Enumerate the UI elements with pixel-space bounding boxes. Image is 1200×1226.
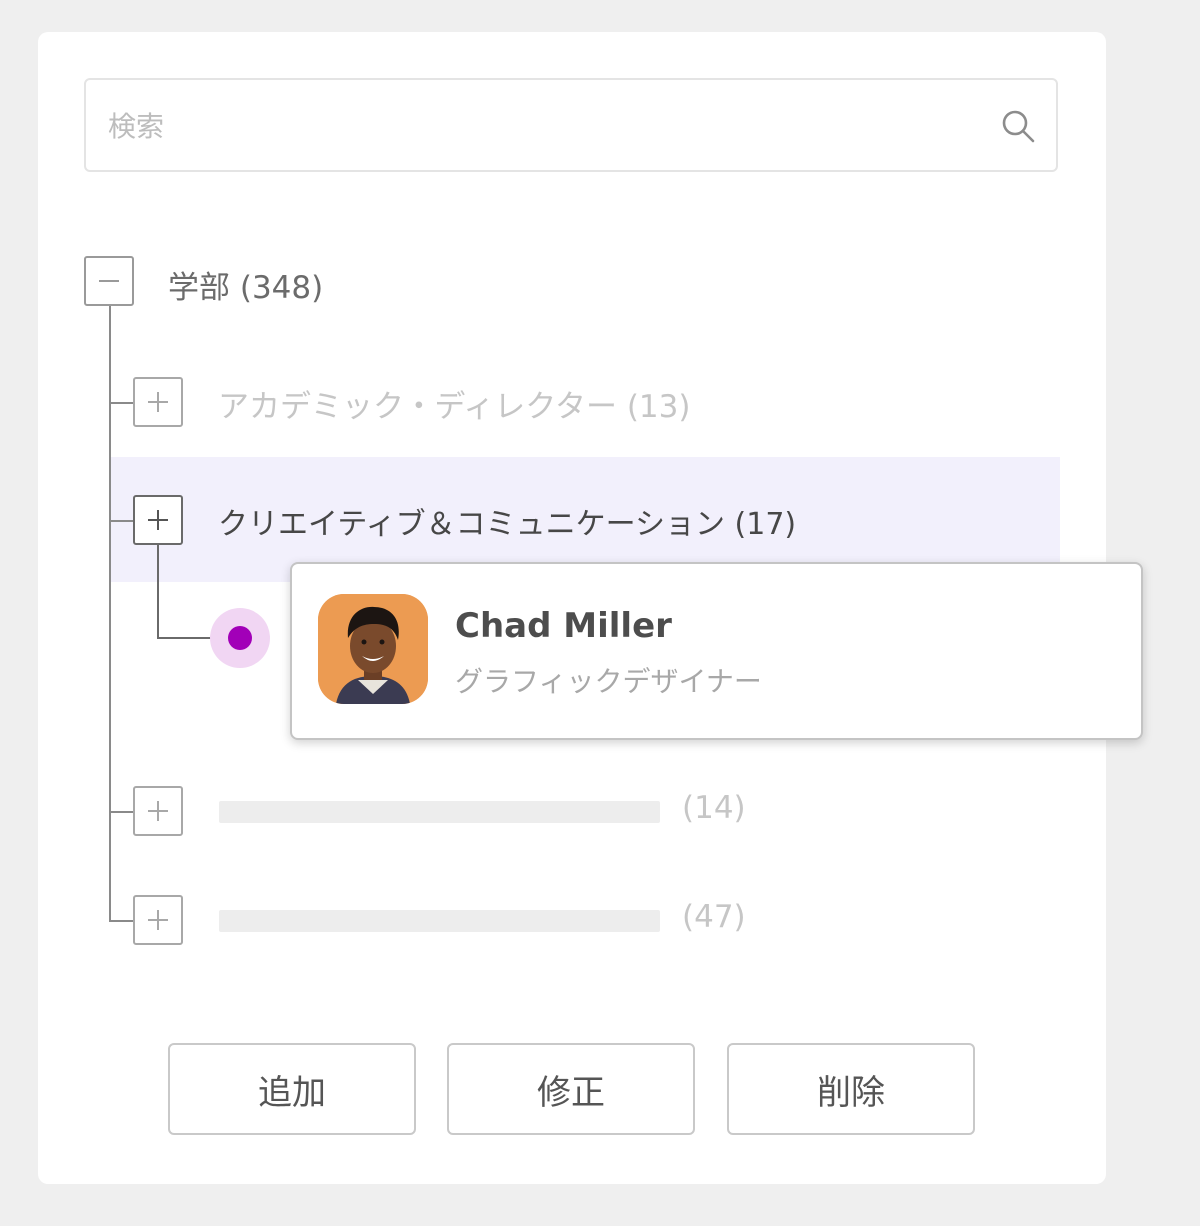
tree-root-label[interactable]: 学部 (348) — [168, 262, 323, 307]
placeholder-label-bar — [219, 801, 660, 823]
tree-item-creative-communications[interactable]: クリエイティブ＆コミュニケーション (17) — [218, 499, 796, 543]
tree-item-count: (14) — [682, 790, 746, 826]
person-avatar-icon — [318, 594, 428, 704]
tree-item-count: (47) — [682, 899, 746, 935]
placeholder-label-bar — [219, 910, 660, 932]
add-button[interactable]: 追加 — [168, 1043, 416, 1135]
node-marker-dot[interactable] — [228, 626, 252, 650]
expand-toggle-placeholder-1[interactable] — [133, 786, 183, 836]
edit-button[interactable]: 修正 — [447, 1043, 695, 1135]
search-icon[interactable] — [1000, 108, 1036, 144]
profile-card[interactable]: Chad Miller グラフィックデザイナー — [290, 562, 1143, 740]
collapse-toggle-root[interactable] — [84, 256, 134, 306]
delete-button[interactable]: 削除 — [727, 1043, 975, 1135]
tree-branch-line — [109, 402, 133, 404]
tree-trunk-line — [109, 306, 111, 920]
tree-branch-line — [109, 520, 133, 522]
tree-branch-line — [109, 811, 133, 813]
plus-icon — [148, 910, 168, 930]
plus-icon — [148, 392, 168, 412]
minus-icon — [99, 280, 119, 282]
child-connector-line — [157, 545, 159, 639]
tree-item-academic-directors[interactable]: アカデミック・ディレクター (13) — [218, 381, 690, 426]
plus-icon — [148, 801, 168, 821]
expand-toggle-placeholder-2[interactable] — [133, 895, 183, 945]
avatar — [318, 594, 428, 704]
search-input[interactable] — [106, 80, 990, 172]
profile-role: グラフィックデザイナー — [455, 665, 762, 698]
plus-icon — [148, 510, 168, 530]
profile-name: Chad Miller — [455, 606, 672, 646]
expand-toggle-academic-directors[interactable] — [133, 377, 183, 427]
tree-branch-line — [109, 920, 133, 922]
search-box — [84, 78, 1058, 172]
expand-toggle-creative-communications[interactable] — [133, 495, 183, 545]
